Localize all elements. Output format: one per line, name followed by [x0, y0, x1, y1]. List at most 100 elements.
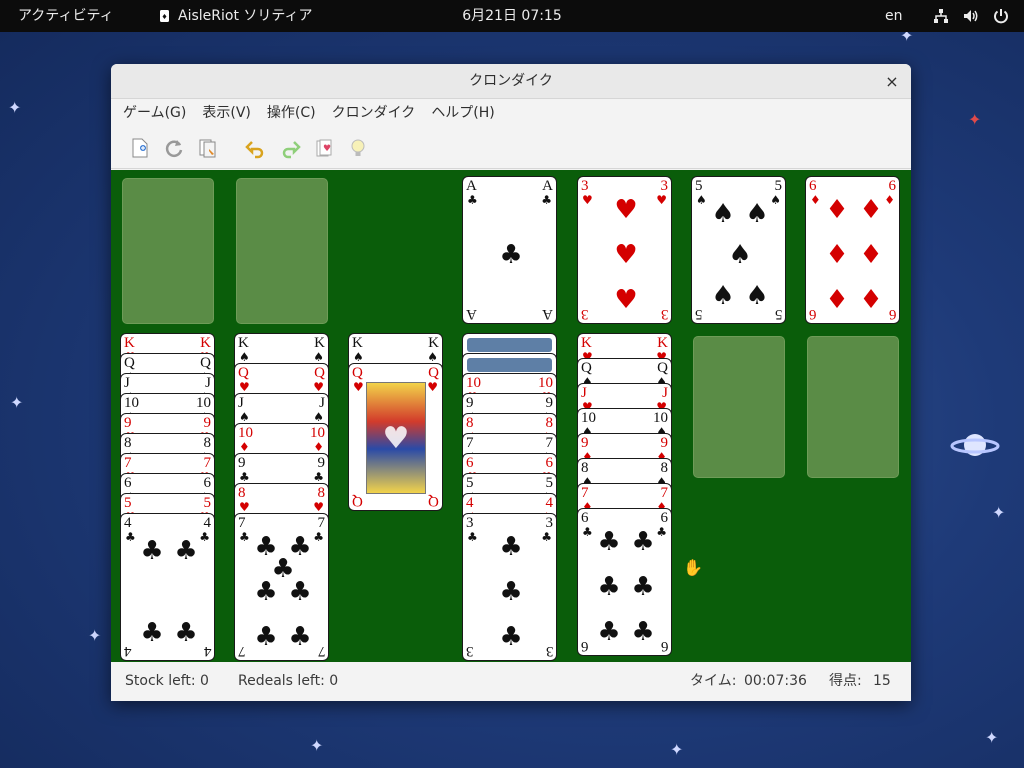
- tableau-card[interactable]: 3 3 ♣ ♣ 3 3 ♣ ♣ ♣: [462, 513, 557, 661]
- card-rank: 6: [203, 475, 212, 491]
- menu-game[interactable]: ゲーム(G): [115, 99, 194, 127]
- card-rank: J: [238, 395, 244, 411]
- title-bar[interactable]: クロンダイク ×: [111, 64, 911, 99]
- redo-button[interactable]: [273, 131, 307, 165]
- game-board: A A ♣ ♣ A A ♣ 3 3 ♥ ♥ 3 3 ♥ ♥ ♥ 5 5 ♠ ♠ 5 5 ♠ ♠ ♠ ♠ ♠ 6 6 ♦ ♦ 6 6 ♦ ♦ ♦ ♦ ♦ ♦ K…: [111, 170, 911, 662]
- new-game-button[interactable]: [123, 131, 157, 165]
- card-rank: J: [205, 375, 211, 391]
- card-rank: 10: [538, 375, 553, 391]
- hint-icon: [351, 139, 365, 156]
- foundation-card[interactable]: 5 5 ♠ ♠ 5 5 ♠ ♠ ♠ ♠ ♠: [691, 176, 786, 324]
- card-rank: K: [581, 335, 592, 351]
- card-pip-icon: ♦: [825, 195, 849, 225]
- foundation-card[interactable]: 6 6 ♦ ♦ 6 6 ♦ ♦ ♦ ♦ ♦ ♦: [805, 176, 900, 324]
- language-indicator[interactable]: en: [885, 0, 903, 32]
- card-rank: 10: [653, 410, 668, 426]
- card-rank: 6: [660, 510, 669, 526]
- tableau-card[interactable]: Q Q ♥ ♥ Q Q ♥: [348, 363, 443, 511]
- card-pip-icon: ♣: [174, 618, 198, 648]
- menu-view[interactable]: 表示(V): [194, 99, 259, 127]
- card-rank: Q: [200, 355, 211, 371]
- card-rank: 3: [660, 178, 669, 194]
- card-rank: 9: [466, 395, 474, 411]
- system-menu[interactable]: [932, 0, 1010, 32]
- foundation-card[interactable]: 3 3 ♥ ♥ 3 3 ♥ ♥ ♥: [577, 176, 672, 324]
- card-rank: 5: [124, 495, 132, 511]
- card-rank: 9: [660, 435, 669, 451]
- card-rank: 6: [124, 475, 132, 491]
- card-rank: 8: [581, 460, 589, 476]
- star-icon: ✦: [968, 110, 982, 129]
- app-menu[interactable]: AisleRiot ソリティア: [158, 0, 313, 32]
- card-rank: 3: [466, 643, 474, 659]
- card-pip-icon: ♥: [614, 285, 638, 315]
- star-icon: ✦: [992, 503, 1006, 522]
- restart-button[interactable]: [157, 131, 191, 165]
- card-rank: 8: [203, 435, 212, 451]
- card-suit-icon: ♥: [313, 380, 324, 394]
- card-rank: A: [466, 306, 477, 322]
- redeals-left: Redeals left: 0: [238, 673, 339, 689]
- card-pip-icon: ♣: [597, 572, 621, 602]
- close-button[interactable]: ×: [883, 73, 901, 91]
- card-suit-icon: ♣: [582, 525, 593, 539]
- card-pip-icon: ♣: [288, 622, 312, 652]
- card-rank: 8: [466, 415, 474, 431]
- card-rank: A: [542, 178, 553, 194]
- tableau-card[interactable]: 4 4 ♣ ♣ 4 4 ♣ ♣ ♣ ♣: [120, 513, 215, 661]
- tableau-card[interactable]: 6 6 ♣ ♣ 6 6 ♣ ♣ ♣ ♣ ♣ ♣: [577, 508, 672, 656]
- card-rank: 7: [238, 643, 246, 659]
- select-game-button[interactable]: [191, 131, 225, 165]
- card-rank: J: [124, 375, 130, 391]
- card-pip-icon: ♠: [728, 240, 752, 270]
- card-rank: 9: [545, 395, 554, 411]
- card-rank: 6: [466, 455, 474, 471]
- card-suit-icon: ♠: [239, 350, 250, 364]
- card-pip-icon: ♣: [499, 532, 523, 562]
- solitaire-window: クロンダイク × ゲーム(G) 表示(V) 操作(C) クロンダイク ヘルプ(H…: [111, 64, 911, 701]
- card-rank: 4: [466, 495, 474, 511]
- card-rank: 7: [238, 515, 246, 531]
- card-back: [467, 358, 552, 372]
- deal-button[interactable]: ♥: [307, 131, 341, 165]
- card-pip-icon: ♠: [745, 199, 769, 229]
- menu-control[interactable]: 操作(C): [259, 99, 324, 127]
- card-suit-icon: ♦: [884, 193, 895, 207]
- card-suit-icon: ♥: [239, 380, 250, 394]
- card-pip-icon: ♠: [711, 281, 735, 311]
- foundation-card[interactable]: A A ♣ ♣ A A ♣: [462, 176, 557, 324]
- card-suit-icon: ♣: [239, 530, 250, 544]
- card-suit-icon: ♥: [582, 193, 593, 207]
- hint-button[interactable]: [341, 131, 375, 165]
- star-icon: ✦: [670, 740, 684, 759]
- clock[interactable]: 6月21日 07:15: [462, 8, 562, 24]
- stock-slot[interactable]: [122, 178, 214, 324]
- card-suit-icon: ♥: [353, 380, 364, 394]
- toolbar: ♥: [111, 127, 911, 169]
- card-rank: 7: [124, 455, 132, 471]
- deal-icon: ♥: [316, 139, 332, 156]
- menu-help[interactable]: ヘルプ(H): [423, 99, 502, 127]
- card-rank: J: [662, 385, 668, 401]
- waste-slot[interactable]: [236, 178, 328, 324]
- card-rank: 5: [203, 495, 212, 511]
- volume-icon: [964, 10, 978, 22]
- restart-icon: [165, 139, 183, 157]
- tableau-slot-7[interactable]: [807, 336, 899, 478]
- tableau-card[interactable]: 7 7 ♣ ♣ 7 7 ♣ ♣ ♣ ♣ ♣ ♣ ♣: [234, 513, 329, 661]
- hand-cursor-icon: ✋: [683, 558, 703, 577]
- card-pip-icon: ♣: [499, 622, 523, 652]
- card-rank: 5: [695, 178, 703, 194]
- card-pip-icon: ♦: [825, 240, 849, 270]
- card-suit-icon: ♥: [313, 500, 324, 514]
- card-rank: 9: [238, 455, 246, 471]
- activities-button[interactable]: アクティビティ: [18, 0, 114, 32]
- undo-button[interactable]: [239, 131, 273, 165]
- card-pip-icon: ♦: [859, 285, 883, 315]
- card-suit-icon: ♣: [656, 525, 667, 539]
- card-pip-icon: ♠: [745, 281, 769, 311]
- menu-klondike[interactable]: クロンダイク: [324, 99, 424, 127]
- card-pip-icon: ♦: [859, 240, 883, 270]
- tableau-slot-6[interactable]: [693, 336, 785, 478]
- card-rank: A: [466, 178, 477, 194]
